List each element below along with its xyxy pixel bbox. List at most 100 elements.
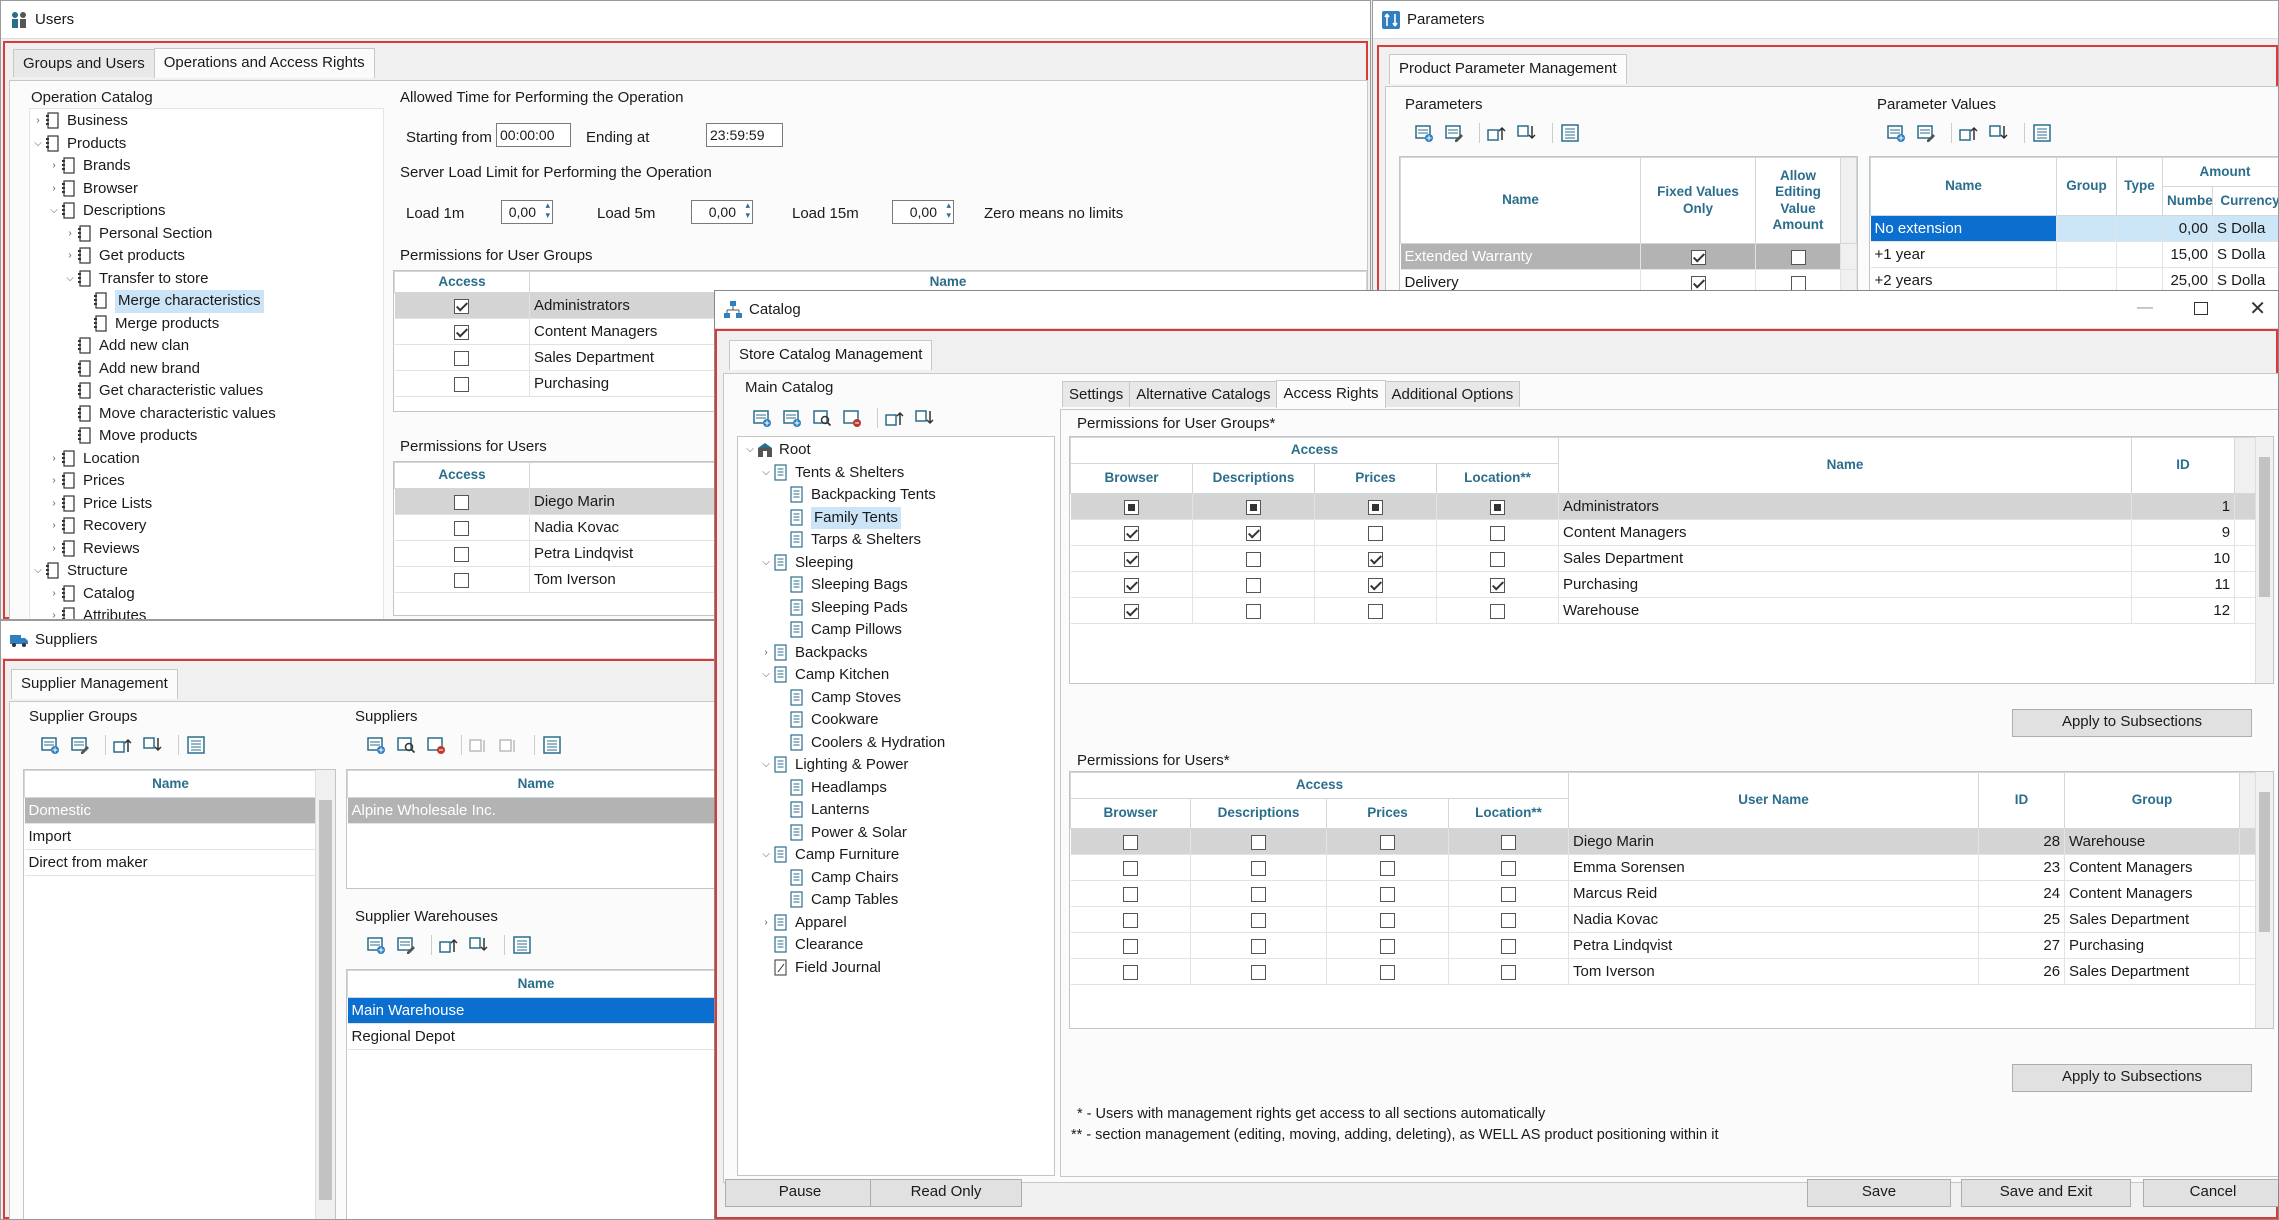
add-icon[interactable] [1413, 122, 1437, 144]
permission-checkbox[interactable] [1380, 938, 1395, 954]
users-titlebar[interactable]: Users [1, 1, 1370, 39]
ops-tree-node[interactable]: Merge characteristics [31, 290, 276, 313]
table-row[interactable]: Marcus Reid 24 Content Managers [1070, 880, 2273, 907]
col-user-group[interactable]: Group [2064, 772, 2241, 829]
access-checkbox[interactable] [454, 546, 470, 562]
allow-checkbox[interactable] [1790, 249, 1806, 265]
permission-checkbox[interactable] [1251, 912, 1266, 928]
table-row[interactable]: Extended Warranty [1400, 243, 1857, 270]
table-row[interactable]: +1 year 15,00 S Dolla [1870, 241, 2278, 268]
tab-additional-options[interactable]: Additional Options [1384, 381, 1521, 407]
ops-tree-node[interactable]: › Recovery [31, 515, 276, 538]
col-value-type[interactable]: Type [2116, 157, 2163, 216]
col-user-id[interactable]: ID [1978, 772, 2066, 829]
permission-checkbox[interactable] [1122, 860, 1138, 876]
permission-checkbox[interactable] [1380, 860, 1395, 876]
expanded-arrow-icon[interactable]: ⌵ [759, 754, 773, 777]
cat-tree-node[interactable]: Lanterns [743, 799, 945, 822]
list-icon[interactable] [511, 934, 535, 956]
collapsed-arrow-icon[interactable]: › [47, 538, 61, 561]
permission-checkbox[interactable] [1501, 860, 1517, 876]
ops-tree-node[interactable]: › Get products [31, 245, 276, 268]
col-browser[interactable]: Browser [1070, 798, 1191, 829]
table-row[interactable]: Petra Lindqvist 27 Purchasing [1070, 932, 2273, 959]
cat-tree-node[interactable]: ⌵ Lighting & Power [743, 754, 945, 777]
ops-tree-node[interactable]: › Reviews [31, 538, 276, 561]
pause-button[interactable]: Pause [725, 1179, 875, 1207]
ops-tree-node[interactable]: › Brands [31, 155, 276, 178]
edit-icon[interactable] [1915, 122, 1939, 144]
table-row[interactable]: No extension 0,00 S Dolla [1870, 215, 2278, 242]
collapsed-arrow-icon[interactable]: › [47, 155, 61, 178]
tab-alternative-catalogs[interactable]: Alternative Catalogs [1129, 381, 1278, 407]
move-up-icon[interactable] [438, 934, 462, 956]
permission-checkbox[interactable] [1246, 603, 1261, 619]
col-descriptions[interactable]: Descriptions [1192, 463, 1315, 494]
permission-checkbox[interactable] [1246, 577, 1261, 593]
allow-checkbox[interactable] [1790, 275, 1806, 291]
fixed-checkbox[interactable] [1690, 249, 1706, 265]
tab-store-catalog-management[interactable]: Store Catalog Management [729, 340, 933, 370]
col-location[interactable]: Location** [1435, 463, 1560, 494]
expanded-arrow-icon[interactable]: ⌵ [759, 462, 773, 485]
access-checkbox[interactable] [454, 494, 470, 510]
delete-icon[interactable] [425, 734, 449, 756]
load1-spinner[interactable]: 0,00 [501, 200, 553, 224]
cat-tree-node[interactable]: Camp Chairs [743, 867, 945, 890]
table-row[interactable]: Main Warehouse [347, 997, 719, 1024]
edit-icon[interactable] [395, 934, 419, 956]
cat-tree-node[interactable]: Camp Tables [743, 889, 945, 912]
cat-tree-node[interactable]: ⌵ Camp Furniture [743, 844, 945, 867]
access-checkbox[interactable] [454, 298, 470, 314]
disabled-icon[interactable] [468, 734, 492, 756]
catalog-titlebar[interactable]: Catalog — ✕ [715, 291, 2278, 329]
permission-checkbox[interactable] [1380, 886, 1395, 902]
move-up-icon[interactable] [1958, 122, 1982, 144]
cat-tree-node[interactable]: Tarps & Shelters [743, 529, 945, 552]
load5-spinner[interactable]: 0,00 [691, 200, 753, 224]
tab-operations-access-rights[interactable]: Operations and Access Rights [153, 48, 375, 78]
ops-tree-node[interactable]: Get characteristic values [31, 380, 276, 403]
add-icon[interactable] [1885, 122, 1909, 144]
col-prices[interactable]: Prices [1326, 798, 1449, 829]
add-icon[interactable] [365, 734, 389, 756]
apply-subsections-groups-button[interactable]: Apply to Subsections [2012, 709, 2252, 737]
table-row[interactable]: Sales Department 10 [1070, 545, 2273, 572]
expanded-arrow-icon[interactable]: ⌵ [31, 560, 45, 583]
permission-checkbox[interactable] [1490, 525, 1506, 541]
table-row[interactable]: Nadia Kovac 25 Sales Department [1070, 906, 2273, 933]
table-row[interactable]: Domestic [24, 797, 335, 824]
collapsed-arrow-icon[interactable]: › [31, 110, 45, 133]
starting-from-input[interactable]: 00:00:00 [496, 123, 571, 147]
edit-icon[interactable] [69, 734, 93, 756]
permission-checkbox[interactable] [1490, 551, 1506, 567]
cat-tree-node[interactable]: ⌵ Camp Kitchen [743, 664, 945, 687]
cat-tree-node[interactable]: Power & Solar [743, 822, 945, 845]
col-fixed-values[interactable]: Fixed Values Only [1640, 157, 1756, 244]
move-up-icon[interactable] [1486, 122, 1510, 144]
collapsed-arrow-icon[interactable]: › [47, 605, 61, 619]
permission-checkbox[interactable] [1501, 912, 1517, 928]
maximize-icon[interactable] [2194, 302, 2208, 315]
access-checkbox[interactable] [454, 350, 470, 366]
collapsed-arrow-icon[interactable]: › [47, 583, 61, 606]
col-access[interactable]: Access [394, 462, 530, 489]
parameters-titlebar[interactable]: Parameters [1373, 1, 2278, 39]
permission-checkbox[interactable] [1122, 964, 1138, 980]
expanded-arrow-icon[interactable]: ⌵ [63, 268, 77, 291]
table-row[interactable]: Emma Sorensen 23 Content Managers [1070, 854, 2273, 881]
permission-checkbox[interactable] [1122, 912, 1138, 928]
ops-tree-node[interactable]: ⌵ Structure [31, 560, 276, 583]
cancel-button[interactable]: Cancel [2143, 1179, 2278, 1207]
move-up-icon[interactable] [112, 734, 136, 756]
ops-tree-node[interactable]: › Prices [31, 470, 276, 493]
ops-tree-node[interactable]: › Browser [31, 178, 276, 201]
expanded-arrow-icon[interactable]: ⌵ [759, 552, 773, 575]
list-icon[interactable] [541, 734, 565, 756]
cat-tree-node[interactable]: Camp Pillows [743, 619, 945, 642]
cat-tree-node[interactable]: › Apparel [743, 912, 945, 935]
expanded-arrow-icon[interactable]: ⌵ [759, 844, 773, 867]
permission-checkbox[interactable] [1501, 938, 1517, 954]
table-row[interactable]: Alpine Wholesale Inc. [347, 797, 719, 824]
collapsed-arrow-icon[interactable]: › [47, 515, 61, 538]
